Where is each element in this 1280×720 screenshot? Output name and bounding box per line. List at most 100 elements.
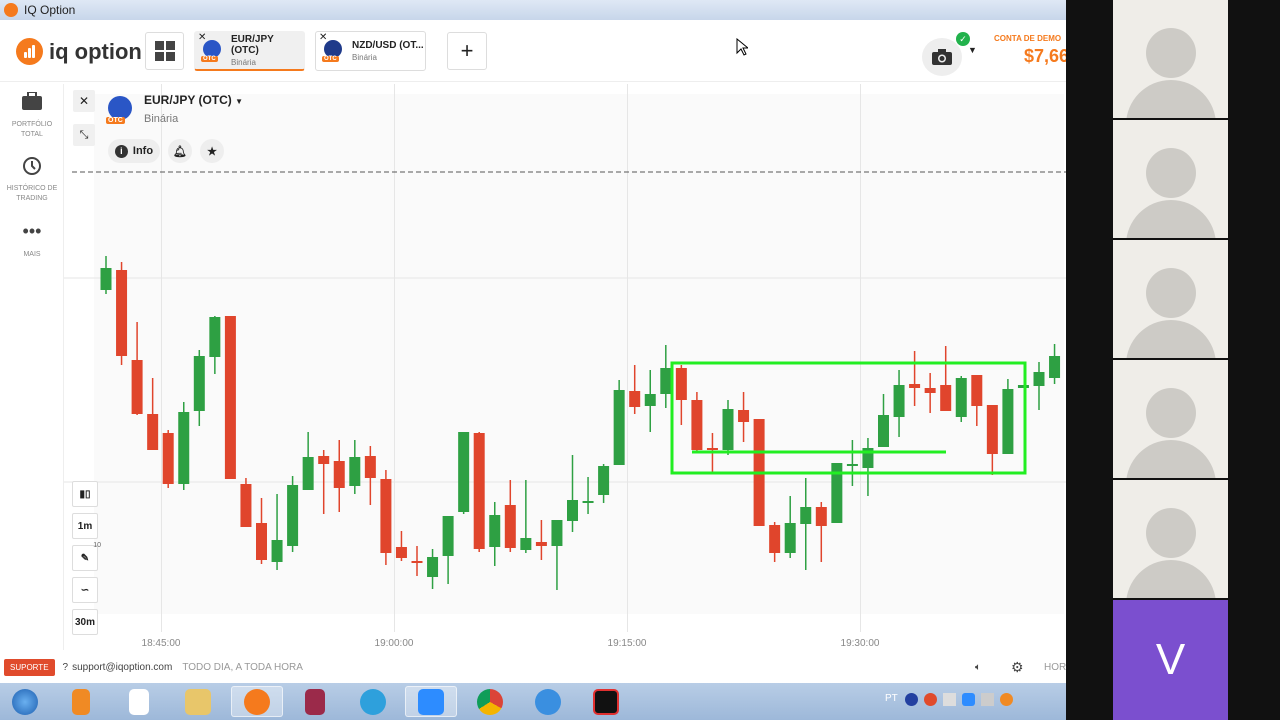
candle-up [644,394,656,406]
indicators-button[interactable]: ∽ [72,577,98,603]
briefcase-icon [22,91,42,110]
sidebar-item-portfolio[interactable]: PORTFÓLIO TOTAL [0,91,64,140]
avatar-icon [1146,508,1196,558]
asset-selector[interactable]: EUR/JPY (OTC) ▼ [144,93,243,107]
candle-down [147,414,159,450]
avatar-icon [1146,148,1196,198]
minimize-chart-button[interactable]: ⤡ [73,124,95,146]
candle-up [1002,389,1014,454]
candlestick-chart[interactable]: 18:45:00 19:00:00 19:15:00 19:30:00 [64,84,1066,652]
candle-down [318,456,330,464]
volume-icon[interactable] [943,693,956,706]
candle-up [1033,372,1045,386]
candle-up [427,557,439,577]
candle-down [256,523,267,560]
add-tab-button[interactable]: + [447,32,487,70]
chart-type-button[interactable]: ▮▯ [72,481,98,507]
winrar-icon [305,688,325,715]
history-icon [23,157,41,175]
candle-up [442,516,454,556]
candle-down [333,461,345,488]
sidebar-item-history[interactable]: HISTÓRICO DE TRADING [0,156,64,204]
header: iq option ✕ OTC EUR/JPY (OTC) Binária ✕ O… [0,20,1069,82]
tray-app-icon[interactable] [924,693,937,706]
grid-layout-button[interactable] [145,32,184,70]
taskbar-media[interactable] [55,686,107,717]
candle-down [240,484,252,527]
tab-nzd-usd[interactable]: ✕ OTC NZD/USD (OT... Binária [315,31,426,71]
taskbar-iqoption[interactable] [231,686,283,717]
chart-area[interactable]: 18:45:00 19:00:00 19:15:00 19:30:00 ✕ ⤡ OTC… [64,84,1066,652]
candle-up [582,501,594,503]
x-tick-label: 18:45:00 [142,638,181,649]
candle-down [224,316,236,479]
tray-pdf-icon[interactable] [981,693,994,706]
candle-up [489,515,501,547]
start-button[interactable] [0,686,50,717]
help-tray-icon[interactable] [905,693,918,706]
candle-up [287,485,299,546]
sidebar-item-label: MAIS [23,251,41,258]
participant-tile[interactable]: V [1113,600,1228,720]
candle-down [131,360,143,414]
taskbar-zoom[interactable] [405,686,457,717]
candle-up [520,538,532,550]
tray-orange-icon[interactable] [1000,693,1013,706]
sidebar-item-more[interactable]: ••• MAIS [0,222,64,260]
taskbar: PT [0,683,1066,720]
mouse-cursor-icon [736,38,748,56]
close-chart-button[interactable]: ✕ [73,90,95,112]
participant-tile[interactable] [1113,360,1228,478]
taskbar-file[interactable] [113,686,165,717]
candle-up [302,457,314,490]
info-label: Info [132,145,154,157]
account-type[interactable]: CONTA DE DEMO [994,34,1061,43]
x-tick-label: 19:00:00 [375,638,414,649]
candle-up [784,523,796,553]
language-indicator[interactable]: PT [885,693,898,704]
candle-up [100,268,112,290]
taskbar-explorer[interactable] [172,686,224,717]
expiry-button[interactable]: 30m [72,609,98,635]
chevron-down-icon[interactable]: ▼ [968,45,977,55]
screenshot-button[interactable] [922,38,962,76]
video-participants-panel: V [1066,0,1280,720]
gear-icon[interactable]: ⚙ [1011,659,1024,676]
grid-icon [154,41,175,61]
windows-icon [12,688,38,715]
tab-sub: Binária [231,58,256,67]
taskbar-chrome[interactable] [464,686,516,717]
taskbar-telegram[interactable] [347,686,399,717]
candle-down [473,433,485,549]
tab-sub: Binária [352,53,377,62]
candle-down [395,547,407,558]
file-icon [129,688,149,715]
participant-tile[interactable] [1113,240,1228,358]
support-email[interactable]: support@iqoption.com [72,662,172,673]
participant-tile[interactable] [1113,0,1228,118]
help-icon: ? [62,661,69,673]
zoom-tray-icon[interactable] [962,693,975,706]
participant-tile[interactable] [1113,120,1228,238]
participant-tile[interactable] [1113,480,1228,598]
timeframe-button[interactable]: 1m [72,513,98,539]
mute-icon[interactable]: 🔈︎ [975,662,981,673]
brand-logo[interactable]: iq option [16,38,142,65]
taskbar-winrar[interactable] [289,686,341,717]
candle-down [629,391,641,407]
taskbar-recorder[interactable] [580,686,632,717]
taskbar-ie[interactable] [522,686,574,717]
drawing-tools-button[interactable]: ✎ 10 [72,542,101,571]
candle-up [846,464,858,466]
x-tick-label: 19:30:00 [841,638,880,649]
support-button[interactable]: SUPORTE [4,658,55,676]
eu-flag-icon: OTC [106,96,132,124]
alert-button[interactable]: 🔔︎ [168,139,192,163]
candle-down [691,400,703,450]
info-button[interactable]: i Info [108,139,160,163]
bell-icon: 🔔︎ [173,145,187,158]
tab-eur-jpy[interactable]: ✕ OTC EUR/JPY (OTC) Binária [194,31,305,71]
candle-up [349,457,361,486]
support-hours: TODO DIA, A TODA HORA [182,661,303,673]
favorite-button[interactable]: ★ [200,139,224,163]
